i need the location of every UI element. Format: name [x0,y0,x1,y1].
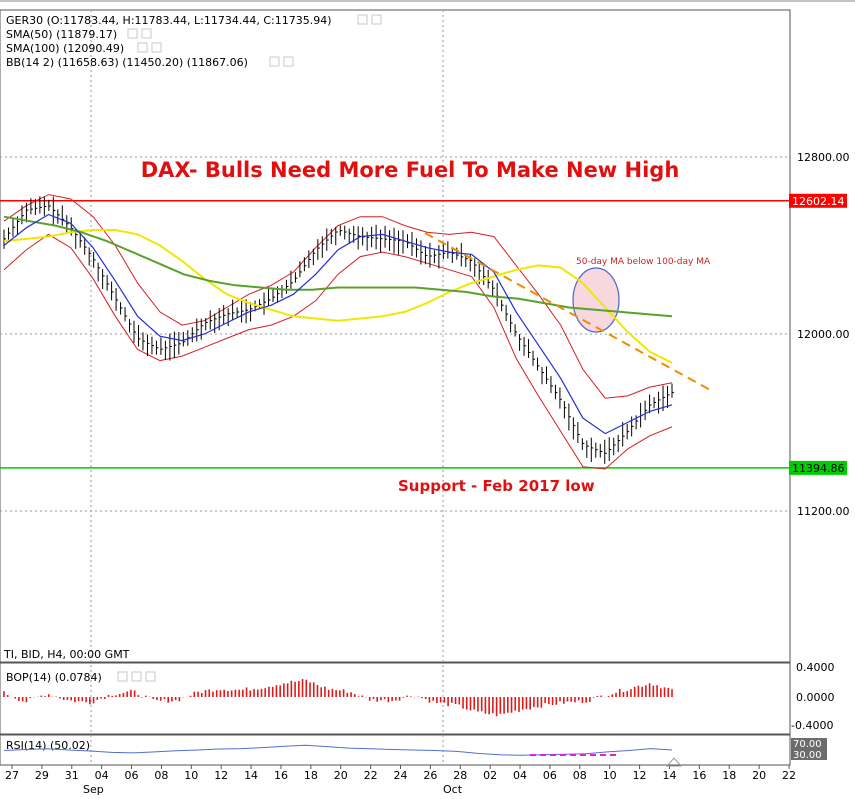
bop-tick-label: -0.4000 [791,719,833,732]
x-tick-label: 26 [423,769,437,782]
sma50-label: SMA(50) (11879.17) [6,28,117,41]
resistance-tag-label: 12602.14 [792,195,845,208]
x-tick-label: 08 [573,769,587,782]
bop-label: BOP(14) (0.0784) [6,671,102,684]
support-tag-label: 11394.86 [792,462,845,475]
x-tick-label: 10 [603,769,617,782]
chart: GER30 (O:11783.44, H:11783.44, L:11734.4… [0,0,855,796]
sma100-label: SMA(100) (12090.49) [6,42,124,55]
x-tick-label: 14 [244,769,258,782]
x-tick-label: 16 [274,769,288,782]
x-axis: 27 29 31 04 06 08 10 12 14 16 18 20 22 24 26 28 02 04 06 08… [5,765,796,782]
month-label-sep: Sep [83,783,104,796]
month-label-oct: Oct [443,783,463,796]
x-tick-label: 04 [513,769,527,782]
bb-label: BB(14 2) (11658.63) (11450.20) (11867.06… [6,56,248,69]
y-tick-label: 12000.00 [797,328,850,341]
instrument-header: GER30 (O:11783.44, H:11783.44, L:11734.4… [6,14,332,27]
chart-title: DAX- Bulls Need More Fuel To Make New Hi… [141,158,680,182]
timeframe-label: TI, BID, H4, 00:00 GMT [3,648,130,661]
ma-cross-annotation: 50-day MA below 100-day MA [576,257,711,267]
main-panel [0,9,791,663]
x-tick-label: 18 [304,769,318,782]
x-tick-label: 06 [125,769,139,782]
rsi-tick-label: 70.00 [793,739,822,750]
x-tick-label: 04 [95,769,109,782]
x-tick-label: 16 [692,769,706,782]
ma-cross-highlight [572,267,620,333]
x-tick-label: 29 [35,769,49,782]
y-tick-label: 11200.00 [797,505,850,518]
x-tick-label: 31 [65,769,79,782]
x-tick-label: 22 [364,769,378,782]
x-tick-label: 28 [453,769,467,782]
support-annotation: Support - Feb 2017 low [398,477,595,495]
x-tick-label: 02 [483,769,497,782]
x-tick-label: 06 [543,769,557,782]
x-tick-label: 10 [184,769,198,782]
x-tick-label: 08 [154,769,168,782]
x-tick-label: 27 [5,769,19,782]
rsi-tick-label: 30.00 [793,750,822,761]
y-tick-label: 12800.00 [797,151,850,164]
x-tick-label: 22 [782,769,796,782]
x-tick-label: 20 [334,769,348,782]
x-tick-label: 18 [722,769,736,782]
x-tick-label: 20 [752,769,766,782]
bop-tick-label: 0.4000 [796,661,835,674]
x-tick-label: 12 [214,769,228,782]
bop-tick-label: 0.0000 [796,691,835,704]
x-tick-label: 24 [394,769,408,782]
x-tick-label: 14 [662,769,676,782]
x-tick-label: 12 [633,769,647,782]
ma-cross-ellipse [572,267,620,333]
